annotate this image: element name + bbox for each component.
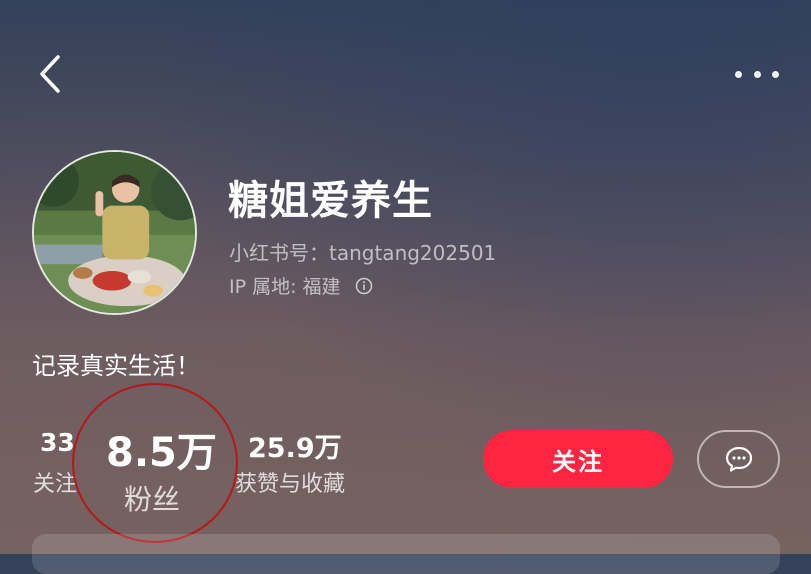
back-button[interactable]: [34, 54, 70, 94]
info-circle-icon[interactable]: [355, 277, 373, 295]
avatar-photo: [34, 152, 195, 313]
chat-bubble-icon: [725, 446, 752, 472]
avatar[interactable]: [32, 150, 197, 315]
more-dots-icon: [753, 70, 761, 78]
ip-location-row: IP 属地: 福建: [229, 272, 373, 299]
following-label[interactable]: 关注: [33, 466, 77, 498]
following-count[interactable]: 33: [40, 428, 75, 457]
likes-count[interactable]: 25.9万: [248, 426, 342, 465]
bottom-panel: [32, 534, 780, 574]
more-button[interactable]: [735, 66, 779, 82]
follow-button[interactable]: 关注: [483, 430, 673, 488]
ip-location: IP 属地: 福建: [229, 276, 341, 298]
likes-label[interactable]: 获赞与收藏: [235, 466, 345, 498]
chevron-left-icon: [40, 55, 60, 93]
fans-count[interactable]: 8.5万: [106, 420, 217, 478]
profile-bio: 记录真实生活！: [32, 352, 200, 380]
chat-button[interactable]: [697, 430, 780, 488]
fans-label[interactable]: 粉丝: [124, 478, 180, 518]
more-dots-icon: [735, 70, 742, 78]
more-dots-icon: [772, 70, 779, 78]
account-id: 小红书号：tangtang202501: [229, 241, 497, 265]
profile-name: 糖姐爱养生: [228, 178, 433, 224]
